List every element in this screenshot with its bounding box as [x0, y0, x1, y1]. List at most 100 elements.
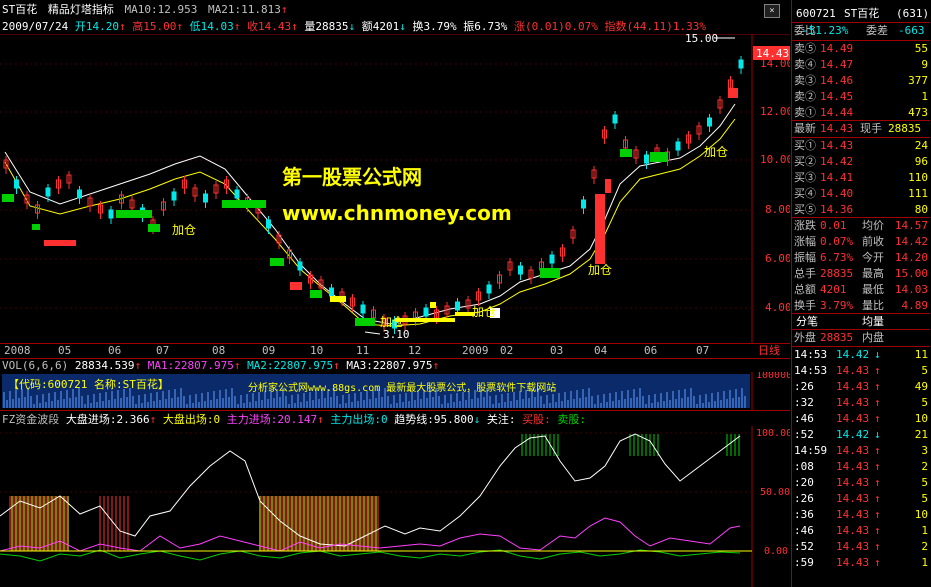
- candle-body: [738, 59, 744, 69]
- asks-label: 卖①: [794, 106, 816, 119]
- add-position-label: 加仓: [588, 263, 612, 277]
- tick-price: 14.43: [836, 540, 870, 553]
- tick-price: 14.43: [836, 396, 870, 409]
- asks-row: 卖③ 14.46 377: [792, 73, 930, 89]
- current-price-tag: 14.43: [756, 47, 789, 60]
- candle-body: [644, 154, 649, 164]
- candle-body: [297, 261, 303, 271]
- index-value: 指数(44.11)1.33%: [604, 20, 706, 33]
- amplitude-value: 振6.73%: [463, 20, 508, 33]
- date-axis: 2008 05 06 07 08 09 10 11 12 2009 02 03 …: [0, 343, 790, 359]
- asks-label: 卖②: [794, 90, 816, 103]
- date-tick: 10: [310, 344, 324, 357]
- tick-volume: 2: [921, 540, 928, 553]
- date-tick: 12: [408, 344, 422, 357]
- tick-volume: 10: [914, 412, 928, 425]
- tick-volume: 21: [914, 428, 928, 441]
- candle-body: [329, 287, 334, 297]
- open-value: 开14.20: [74, 20, 119, 33]
- candle-body: [675, 141, 681, 151]
- fz-tick: 50.00: [760, 487, 790, 498]
- candle-body: [266, 219, 271, 229]
- tick-row: 14:53 14.43 ↑ 5: [792, 363, 930, 379]
- tick-price: 14.42: [836, 348, 870, 361]
- turnover-value: 换3.79%: [412, 20, 457, 33]
- bids-row: 买⑤ 14.36 80: [792, 202, 930, 218]
- tick-row: :08 14.43 ↑ 2: [792, 459, 930, 475]
- tick-time: 14:59: [794, 444, 828, 457]
- ma21-value: MA21:11.813: [207, 3, 281, 16]
- fz-chart[interactable]: 100.00 50.00 0.00: [0, 426, 790, 587]
- stat-label: 前收: [862, 235, 884, 248]
- date-tick: 2008: [4, 344, 31, 357]
- tick-row: :36 14.43 ↑ 10: [792, 507, 930, 523]
- tick-volume: 10: [914, 508, 928, 521]
- tick-direction: ↓: [874, 428, 881, 441]
- tick-volume: 3: [921, 444, 928, 457]
- stat-value: 15.00: [894, 267, 928, 280]
- date-tick: 02: [500, 344, 514, 357]
- bids-price: 14.42: [820, 155, 854, 168]
- date-tick: 06: [108, 344, 122, 357]
- price-tick: 4.00: [765, 301, 790, 314]
- tick-direction: ↑: [874, 556, 881, 569]
- bids-label: 买②: [794, 155, 816, 168]
- fz-title: FZ资金波段: [2, 413, 60, 426]
- candle-body: [518, 265, 523, 275]
- stat-label: 总手: [794, 267, 816, 280]
- tick-row: 14:53 14.42 ↓ 11: [792, 347, 930, 363]
- bids-label: 买④: [794, 187, 816, 200]
- tick-row: :26 14.43 ↑ 49: [792, 379, 930, 395]
- tick-time: :20: [794, 476, 814, 489]
- candle-body: [203, 193, 208, 203]
- tick-time: 14:53: [794, 364, 828, 377]
- vol-banner-site: 分析家公式网www.88gs.com 最新最大股票公式，股票软件下载网站: [248, 383, 557, 394]
- candle-body: [171, 191, 177, 201]
- volume-legend: VOL(6,6,6) 28834.539↑ MA1:22807.975↑ MA2…: [2, 359, 440, 372]
- high-value: 高15.00: [132, 20, 177, 33]
- asks-label: 卖⑤: [794, 42, 816, 55]
- fz-main-in: 主力进场:20.147: [226, 413, 318, 426]
- low-value: 低14.03: [189, 20, 234, 33]
- date-tick: 03: [550, 344, 564, 357]
- date-tick: 2009: [462, 344, 489, 357]
- tick-direction: ↑: [874, 380, 881, 393]
- vol-banner-code: 【代码:600721 名称:ST百花】: [8, 378, 169, 391]
- price-chart[interactable]: 14.00 12.00 10.00 8.00 6.00 4.00 14.43 1…: [0, 34, 790, 344]
- tab-fenbi[interactable]: 分笔: [796, 314, 818, 330]
- stat-row: 总手 28835 最高 15.00: [792, 266, 930, 282]
- volume-value: 量28835: [304, 20, 349, 33]
- bids-volume: 80: [914, 203, 928, 216]
- stat-value: 6.73%: [820, 251, 854, 264]
- tick-time: :46: [794, 412, 814, 425]
- tick-time: :52: [794, 540, 814, 553]
- neipan-label: 内盘: [862, 331, 884, 344]
- stat-label: 最高: [862, 267, 884, 280]
- vol-ma3: MA3:22807.975: [346, 359, 433, 372]
- candle-body: [486, 284, 492, 294]
- tick-volume: 5: [921, 476, 928, 489]
- tick-time: :08: [794, 460, 814, 473]
- tab-juliang[interactable]: 均量: [862, 314, 884, 330]
- period-label[interactable]: 日线: [758, 344, 780, 357]
- tick-price: 14.43: [836, 460, 870, 473]
- amount-value: 额4201: [361, 20, 400, 33]
- close-icon[interactable]: ×: [764, 4, 780, 18]
- date-tick: 05: [58, 344, 72, 357]
- tick-direction: ↑: [874, 460, 881, 473]
- candle-body: [707, 117, 712, 127]
- tick-price: 14.43: [836, 412, 870, 425]
- stat-label: 均价: [862, 219, 884, 232]
- price-tick: 12.00: [760, 105, 790, 118]
- xs-label: 现手: [860, 122, 882, 135]
- tick-row: :59 14.43 ↑ 1: [792, 555, 930, 571]
- title-bar: ST百花 精品灯塔指标 MA10:12.953 MA21:11.813↑: [2, 3, 288, 16]
- tick-volume: 1: [921, 524, 928, 537]
- asks-row: 卖④ 14.47 9: [792, 57, 930, 73]
- bids-volume: 110: [908, 171, 928, 184]
- asks-price: 14.45: [820, 90, 854, 103]
- stat-label: 涨幅: [794, 235, 816, 248]
- candle-body: [234, 189, 240, 199]
- stat-value: 14.20: [894, 251, 928, 264]
- tick-time: 14:53: [794, 348, 828, 361]
